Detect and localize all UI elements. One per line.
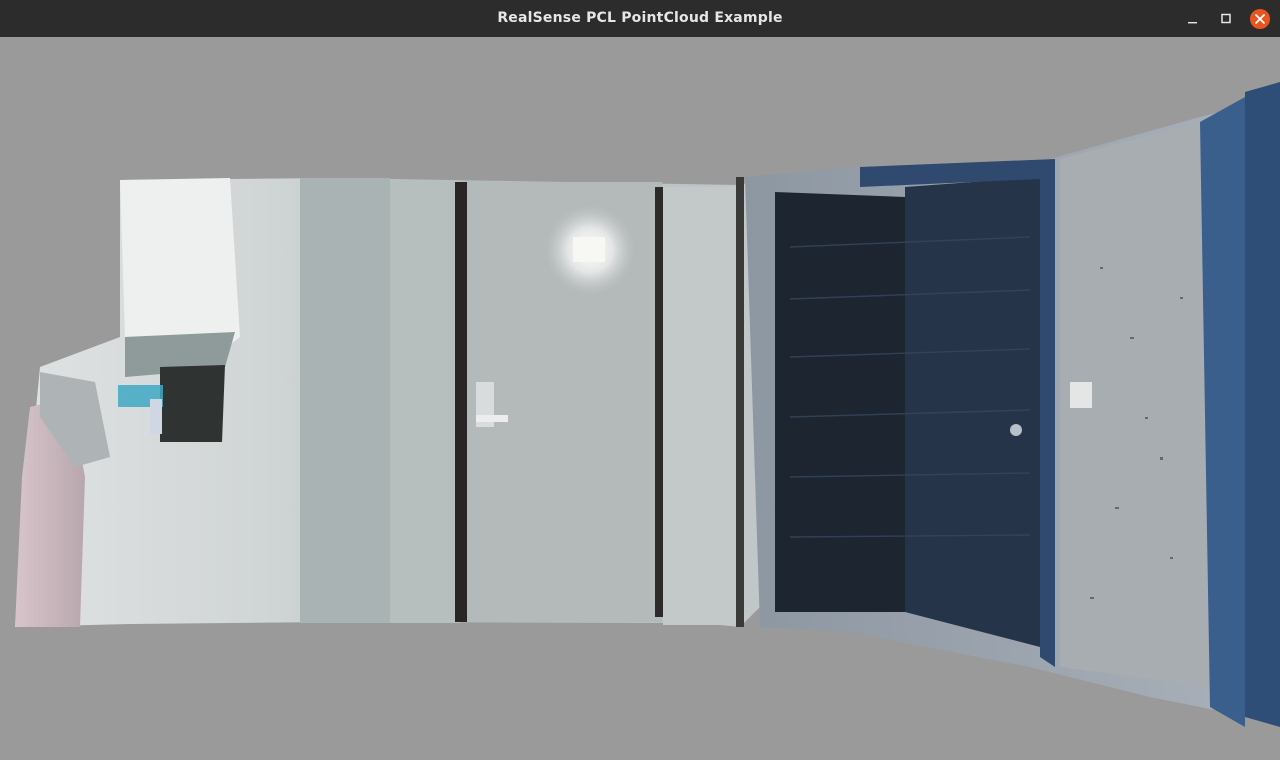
- shelf-shadow: [160, 365, 225, 442]
- point-cloud-viewport[interactable]: [0, 37, 1280, 760]
- point-cloud-render: [15, 82, 1280, 727]
- close-button[interactable]: [1248, 7, 1272, 31]
- minimize-icon: [1188, 22, 1197, 24]
- maximize-icon: [1221, 13, 1231, 24]
- minimize-button[interactable]: [1180, 7, 1204, 31]
- wall-column-1: [300, 178, 390, 623]
- close-icon: [1250, 9, 1270, 29]
- light-switch: [1070, 382, 1092, 408]
- dark-door-left: [775, 192, 905, 612]
- door-knob: [1010, 424, 1022, 436]
- doorframe-dark: [455, 182, 467, 622]
- title-bar[interactable]: RealSense PCL PointCloud Example: [0, 0, 1280, 37]
- window-title: RealSense PCL PointCloud Example: [497, 10, 783, 26]
- maximize-button[interactable]: [1214, 7, 1238, 31]
- app-window: RealSense PCL PointCloud Example: [0, 0, 1280, 760]
